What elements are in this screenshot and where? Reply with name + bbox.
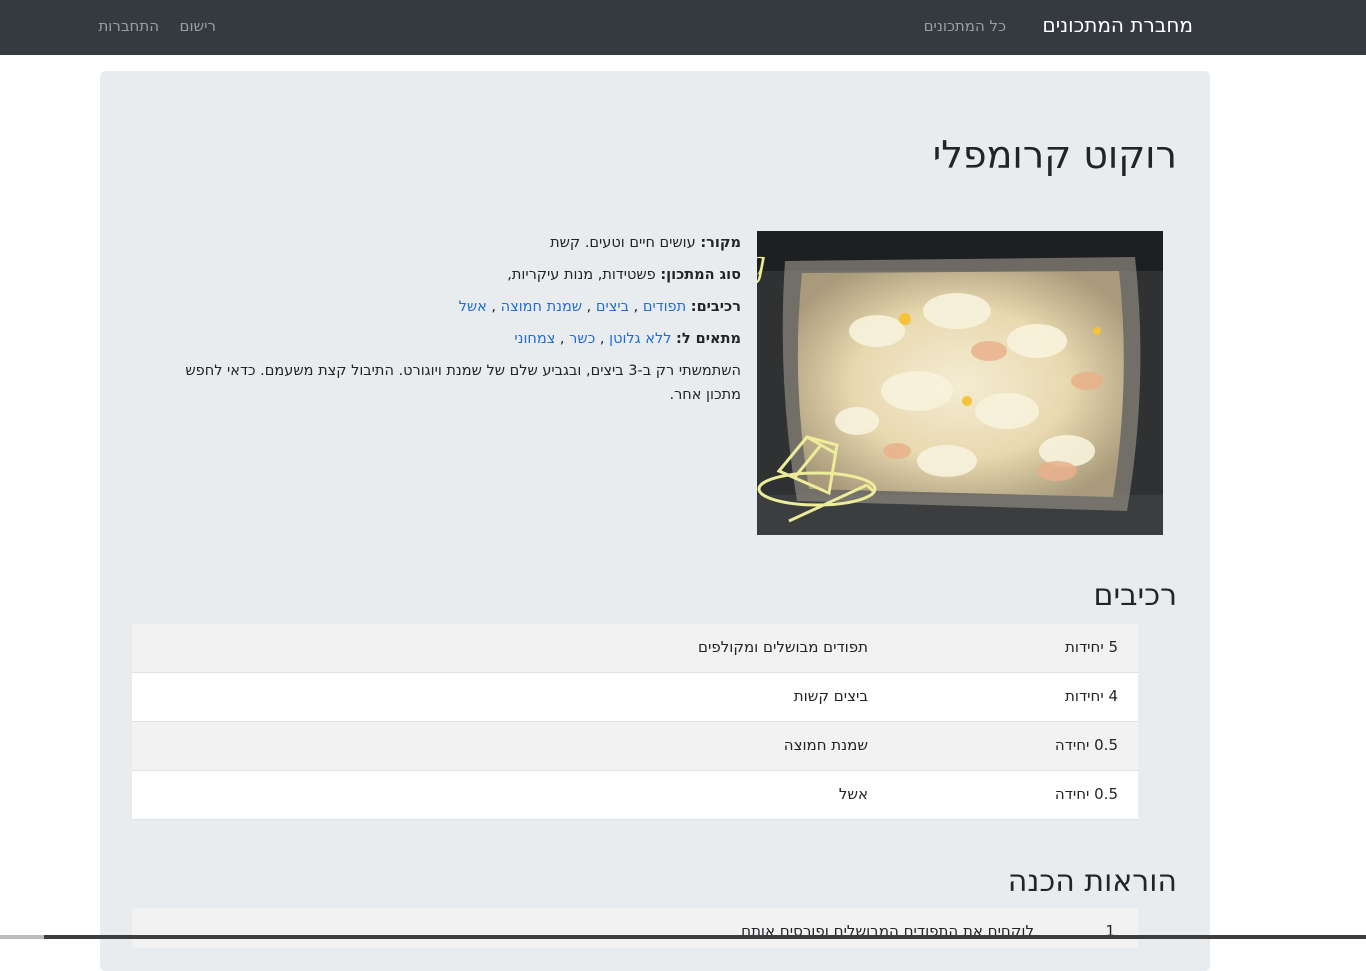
- ingredient-name: ביצים קשות: [793, 687, 868, 705]
- meta-components-label: רכיבים:: [690, 299, 741, 315]
- recipe-photo: Hamu's Cooking: [757, 231, 1163, 535]
- ingredients-table: 5 יחידות תפודים מבושלים ומקולפים 4 יחידו…: [132, 624, 1138, 820]
- recipe-photo-image: Hamu's Cooking: [757, 231, 1163, 535]
- component-link[interactable]: שמנת חמוצה: [501, 299, 582, 315]
- ingredients-title: רכיבים: [1093, 578, 1177, 613]
- scrollbar-thumb[interactable]: [0, 935, 44, 939]
- meta-suitable: מתאים ל: ללא גלוטן , כשר , צמחוני: [514, 331, 741, 347]
- brand-link[interactable]: מחברת המתכונים: [1042, 13, 1193, 37]
- component-link[interactable]: אשל: [459, 299, 487, 315]
- directions-title: הוראות הכנה: [1007, 864, 1177, 899]
- component-link[interactable]: ביצים: [596, 299, 629, 315]
- photo-watermark: Hamu's Cooking: [757, 242, 767, 286]
- directions-table: 1 לוקחים את התפודים המבושלים ופורסים אות…: [132, 908, 1138, 948]
- meta-source-value: עושים חיים וטעים. קשת: [550, 235, 696, 251]
- ingredient-qty: 0.5 יחידה: [1054, 736, 1118, 754]
- nav-all-recipes[interactable]: כל המתכונים: [924, 17, 1006, 35]
- nav-login[interactable]: התחברות: [98, 17, 159, 35]
- nav-register[interactable]: רישום: [180, 17, 217, 35]
- meta-type: סוג המתכון: פשטידות, מנות עיקריות,: [171, 263, 741, 287]
- navbar: מחברת המתכונים כל המתכונים רישום התחברות: [0, 0, 1366, 55]
- meta-components: רכיבים: תפודים , ביצים , שמנת חמוצה , אש…: [458, 299, 741, 315]
- component-link[interactable]: תפודים: [643, 299, 686, 315]
- meta-source-label: מקור:: [700, 235, 741, 251]
- table-row: 0.5 יחידה אשל: [132, 771, 1138, 820]
- ingredient-name: תפודים מבושלים ומקולפים: [698, 638, 868, 656]
- meta-type-value: פשטידות, מנות עיקריות,: [507, 267, 656, 283]
- ingredient-name: שמנת חמוצה: [783, 736, 868, 754]
- ingredient-qty: 0.5 יחידה: [1054, 785, 1118, 803]
- meta-suitable-label: מתאים ל:: [676, 331, 741, 347]
- table-row: 5 יחידות תפודים מבושלים ומקולפים: [132, 624, 1138, 673]
- recipe-note: השתמשתי רק ב-3 ביצים, ובגביע שלם של שמנת…: [185, 363, 741, 403]
- horizontal-scrollbar[interactable]: [0, 935, 1366, 939]
- ingredient-qty: 4 יחידות: [1065, 687, 1118, 705]
- ingredient-qty: 5 יחידות: [1065, 638, 1118, 656]
- meta-source: מקור: עושים חיים וטעים. קשת: [171, 231, 741, 255]
- table-row: 4 יחידות ביצים קשות: [132, 673, 1138, 722]
- suitable-link[interactable]: צמחוני: [514, 331, 555, 347]
- table-row: 0.5 יחידה שמנת חמוצה: [132, 722, 1138, 771]
- recipe-title: רוקוט קרומפלי: [932, 133, 1177, 177]
- ingredient-name: אשל: [838, 785, 868, 803]
- suitable-link[interactable]: ללא גלוטן: [609, 331, 671, 347]
- suitable-link[interactable]: כשר: [569, 331, 595, 347]
- meta-type-label: סוג המתכון:: [660, 267, 741, 283]
